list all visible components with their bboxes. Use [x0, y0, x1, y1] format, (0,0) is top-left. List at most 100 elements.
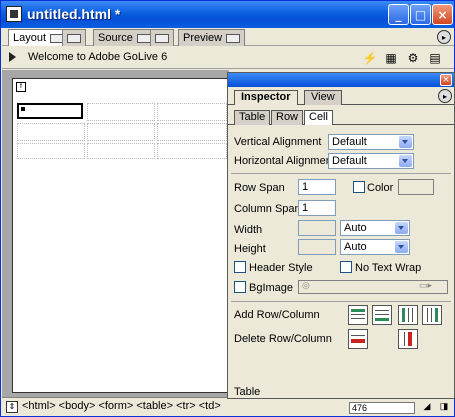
- tab-outline[interactable]: [150, 29, 174, 46]
- horizontal-alignment-label: Horizontal Alignment: [234, 155, 335, 167]
- bgimage-checkbox[interactable]: [234, 281, 246, 293]
- vertical-alignment-label: Vertical Alignment: [234, 136, 322, 148]
- width-unit-select[interactable]: Auto: [340, 220, 410, 236]
- tab-row[interactable]: Row: [271, 110, 304, 125]
- table-cell[interactable]: [17, 123, 85, 141]
- page-properties-icon[interactable]: ▤: [427, 50, 443, 66]
- site-layout-icon[interactable]: ▦: [383, 50, 399, 66]
- no-text-wrap-label: No Text Wrap: [355, 262, 422, 274]
- dropdown-arrow-icon: [395, 222, 408, 234]
- table-cell[interactable]: [157, 123, 227, 141]
- inspector-palette: × Inspector View ▸ Table Row Cell Vertic…: [227, 72, 455, 399]
- title-bar[interactable]: untitled.html * _ □ ×: [1, 1, 454, 28]
- table-cell[interactable]: [157, 103, 227, 121]
- table-cell[interactable]: [17, 143, 85, 159]
- palette-menu-icon[interactable]: ▸: [438, 89, 452, 103]
- vertical-alignment-value: Default: [332, 136, 367, 148]
- outline-mode-icon: [155, 33, 169, 43]
- layout-table[interactable]: [17, 93, 229, 159]
- add-column-right-button[interactable]: [422, 305, 442, 325]
- column-span-label: Column Span: [234, 203, 301, 215]
- form-marker-icon[interactable]: f: [16, 82, 26, 92]
- add-row-above-button[interactable]: [348, 305, 368, 325]
- markup-tree-path[interactable]: <html> <body> <form> <table> <tr> <td>: [22, 400, 221, 412]
- tab-source[interactable]: Source: [93, 29, 156, 46]
- divider: [231, 173, 451, 174]
- window-size-readout[interactable]: 476: [349, 402, 415, 414]
- play-icon[interactable]: [9, 52, 16, 62]
- inspector-titlebar[interactable]: ×: [228, 73, 454, 87]
- palette-tabs: Inspector View ▸: [228, 89, 454, 105]
- width-input[interactable]: [298, 220, 336, 236]
- tab-layout-label: Layout: [13, 32, 47, 44]
- tab-preview[interactable]: Preview: [178, 29, 246, 46]
- table-inspector-tabs: Table Row Cell: [228, 109, 454, 125]
- tabs-menu-icon[interactable]: ▸: [437, 30, 451, 44]
- page-canvas[interactable]: f: [12, 78, 229, 393]
- point-and-shoot-icon[interactable]: ◎: [302, 280, 310, 291]
- color-checkbox[interactable]: [353, 181, 365, 193]
- golive-doc-icon: [6, 6, 22, 22]
- width-unit-value: Auto: [344, 222, 367, 234]
- browse-folder-icon[interactable]: ▭▸: [419, 280, 432, 291]
- table-cell[interactable]: [87, 123, 155, 141]
- delete-row-button[interactable]: [348, 329, 368, 349]
- tab-layout[interactable]: Layout: [8, 29, 70, 46]
- javascript-icon[interactable]: ⚡: [362, 50, 378, 66]
- header-style-checkbox[interactable]: [234, 261, 246, 273]
- tab-view[interactable]: View: [304, 90, 342, 105]
- gears-icon[interactable]: ⚙: [405, 50, 421, 66]
- tab-table[interactable]: Table: [234, 110, 271, 125]
- row-span-input[interactable]: 1: [298, 179, 336, 195]
- window-title: untitled.html *: [27, 6, 121, 22]
- minimize-button[interactable]: _: [388, 4, 409, 25]
- table-cell[interactable]: [87, 103, 155, 121]
- add-column-left-button[interactable]: [398, 305, 418, 325]
- no-text-wrap-checkbox[interactable]: [340, 261, 352, 273]
- height-input[interactable]: [298, 239, 336, 255]
- height-unit-select[interactable]: Auto: [340, 239, 410, 255]
- delete-row-column-label: Delete Row/Column: [234, 333, 332, 345]
- tab-inspector[interactable]: Inspector: [234, 90, 298, 105]
- frame-mode-icon: [67, 33, 81, 43]
- dropdown-arrow-icon: [395, 241, 408, 253]
- table-cell[interactable]: [157, 143, 227, 159]
- horizontal-alignment-value: Default: [332, 155, 367, 167]
- vertical-alignment-select[interactable]: Default: [328, 134, 414, 150]
- tab-preview-label: Preview: [183, 32, 223, 44]
- add-row-below-button[interactable]: [372, 305, 392, 325]
- horizontal-alignment-select[interactable]: Default: [328, 153, 414, 169]
- table-cell-selected[interactable]: [17, 103, 83, 119]
- editor-mode-tabs: Layout Source Preview ▸: [2, 28, 454, 46]
- tab-cell[interactable]: Cell: [304, 110, 333, 125]
- height-label: Height: [234, 243, 266, 255]
- close-button[interactable]: ×: [432, 4, 453, 25]
- split-view-icon[interactable]: ◨: [437, 401, 451, 413]
- layout-editor: f: [2, 70, 229, 397]
- cell-marker: [21, 107, 25, 111]
- header-style-label: Header Style: [249, 262, 313, 274]
- tab-frame[interactable]: [62, 29, 86, 46]
- width-label: Width: [234, 224, 263, 236]
- row-span-label: Row Span: [234, 182, 285, 194]
- height-unit-value: Auto: [344, 241, 367, 253]
- page-title[interactable]: Welcome to Adobe GoLive 6: [28, 51, 167, 63]
- table-cell[interactable]: [87, 143, 155, 159]
- bgimage-path-field[interactable]: ◎ ▭▸: [298, 280, 448, 294]
- preview-mode-icon: [226, 33, 241, 43]
- color-label: Color: [367, 182, 394, 194]
- delete-column-button[interactable]: [398, 329, 418, 349]
- dropdown-arrow-icon: [399, 155, 412, 167]
- inspector-close-button[interactable]: ×: [440, 74, 452, 86]
- inspector-context-label: Table: [234, 386, 261, 398]
- color-swatch[interactable]: [398, 179, 434, 195]
- dropdown-arrow-icon: [399, 136, 412, 148]
- markup-tree-toggle-icon[interactable]: ⇕: [6, 401, 18, 413]
- status-bar: ⇕ <html> <body> <form> <table> <tr> <td>…: [2, 397, 454, 416]
- bgimage-label: BgImage: [249, 282, 294, 294]
- maximize-button[interactable]: □: [410, 4, 431, 25]
- resize-icon[interactable]: ◢: [420, 401, 434, 413]
- column-span-input[interactable]: 1: [298, 200, 336, 216]
- add-row-column-label: Add Row/Column: [234, 309, 320, 321]
- tab-source-label: Source: [98, 32, 133, 44]
